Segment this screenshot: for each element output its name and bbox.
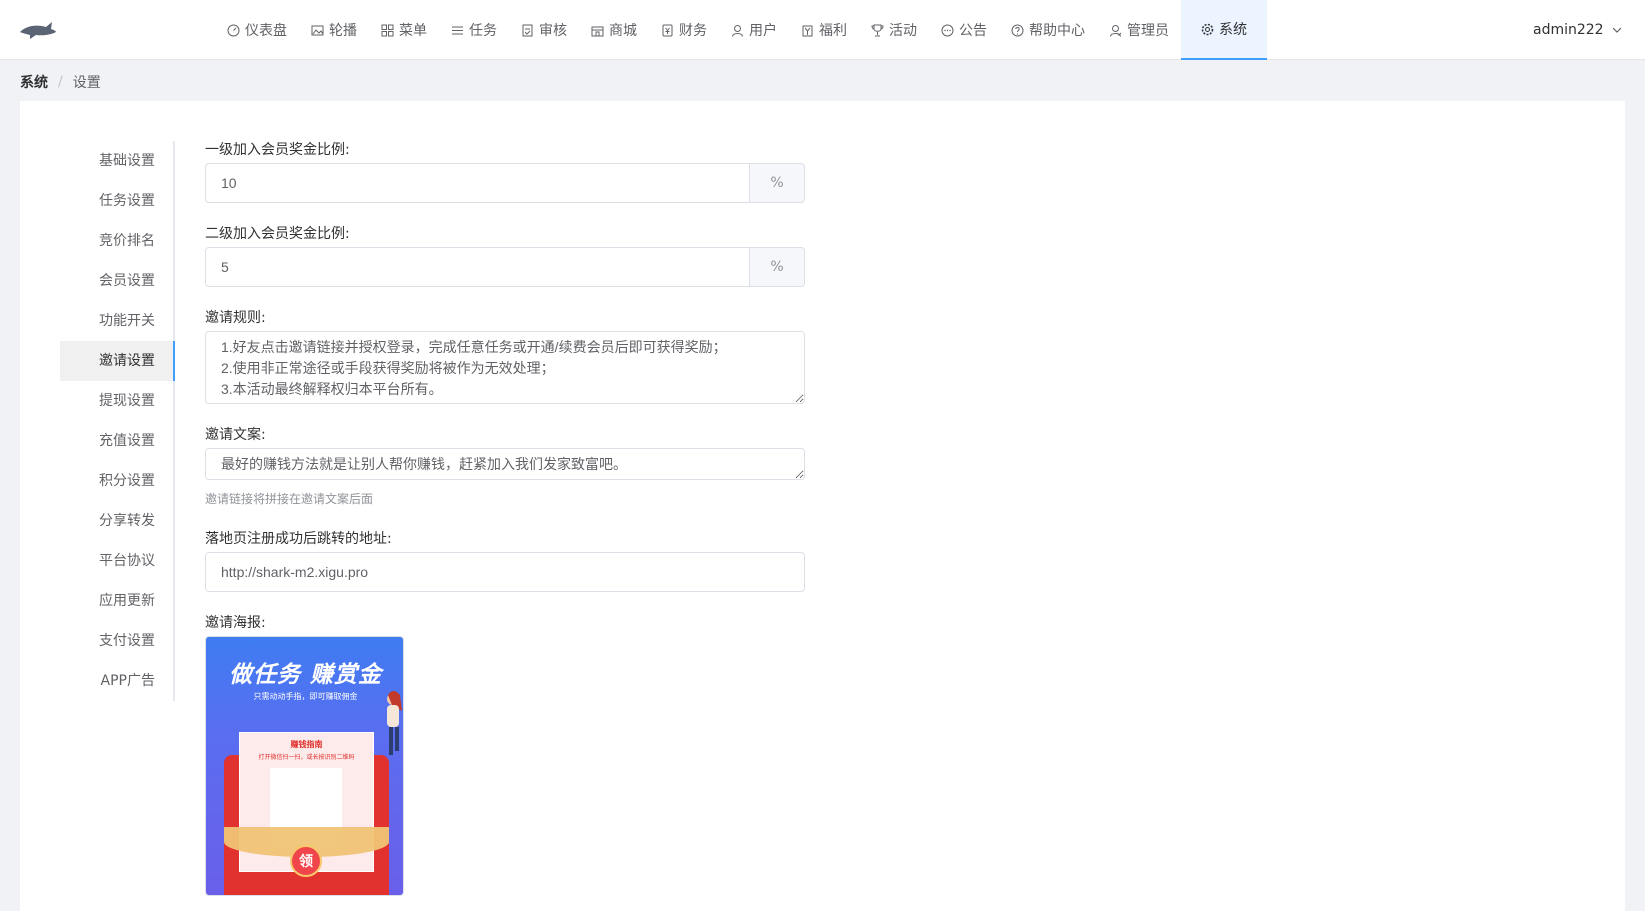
level1-ratio-label: 一级加入会员奖金比例: (205, 142, 350, 158)
grid-icon (381, 24, 394, 36)
trophy-icon (871, 24, 884, 36)
document-check-icon (522, 24, 533, 36)
admin-icon (1110, 24, 1122, 37)
dashboard-icon (227, 24, 240, 36)
nav-item-label: 福利 (819, 23, 847, 39)
invite-rules-textarea[interactable] (205, 331, 805, 404)
side-menu-item[interactable]: 应用更新 (60, 581, 173, 621)
level1-ratio-input[interactable] (205, 163, 750, 203)
invite-settings-form: 一级加入会员奖金比例: % 二级加入会员奖金比例: % 邀请规则: 邀请文案: … (205, 139, 805, 896)
user-dropdown[interactable]: admin222 (1533, 0, 1622, 60)
nav-item-trophy[interactable]: 活动 (859, 0, 929, 60)
side-menu-item[interactable]: 功能开关 (60, 301, 173, 341)
poster-card-text: 打开微信扫一扫，或长按识别二维码 (258, 754, 355, 761)
nav-item-label: 商城 (609, 23, 637, 39)
nav-item-label: 用户 (749, 23, 777, 39)
invite-copy-textarea[interactable] (205, 448, 805, 480)
side-menu-item[interactable]: 提现设置 (60, 381, 173, 421)
settings-card: 基础设置 任务设置 竞价排名 会员设置 功能开关 邀请设置 提现设置 充值设置 积分设置 分享转发… (20, 101, 1625, 911)
nav-item-finance[interactable]: 财务 (649, 0, 719, 60)
invite-rules-label: 邀请规则: (205, 310, 266, 326)
nav-item-gear[interactable]: 系统 (1181, 0, 1267, 60)
main-nav: 仪表盘 轮播 菜单 任务 审核 商城 财务 用户 福利 活动 公告 帮助中心 管理员 系统 (215, 0, 1267, 60)
redirect-url-input[interactable] (205, 552, 805, 592)
nav-item-user[interactable]: 用户 (719, 0, 789, 60)
nav-item-label: 仪表盘 (245, 23, 287, 39)
percent-suffix: % (750, 247, 805, 287)
image-icon (311, 25, 324, 35)
level2-ratio-group: % (205, 247, 805, 287)
shop-icon (591, 26, 604, 36)
chevron-down-icon (1612, 27, 1622, 33)
side-menu-item[interactable]: 会员设置 (60, 261, 173, 301)
chat-bubble-icon (941, 24, 954, 36)
question-icon (1011, 24, 1024, 36)
invite-copy-tip: 邀请链接将拼接在邀请文案后面 (205, 492, 374, 506)
nav-item-label: 公告 (959, 23, 987, 39)
nav-item-shop[interactable]: 商城 (579, 0, 649, 60)
poster-card-title: 赚钱指南 (290, 740, 323, 749)
side-menu-item[interactable]: 基础设置 (60, 141, 173, 181)
nav-item-label: 活动 (889, 23, 917, 39)
side-menu-item[interactable]: 支付设置 (60, 621, 173, 661)
level2-ratio-input[interactable] (205, 247, 750, 287)
percent-suffix: % (750, 163, 805, 203)
nav-item-gift[interactable]: 福利 (789, 0, 859, 60)
shark-logo-icon[interactable] (18, 18, 58, 42)
side-menu-item[interactable]: 任务设置 (60, 181, 173, 221)
nav-item-label: 菜单 (399, 23, 427, 39)
level2-ratio-label: 二级加入会员奖金比例: (205, 226, 350, 242)
breadcrumb: 系统 / 设置 (20, 72, 101, 92)
breadcrumb-separator: / (58, 74, 63, 90)
gift-icon (802, 25, 813, 36)
settings-side-menu: 基础设置 任务设置 竞价排名 会员设置 功能开关 邀请设置 提现设置 充值设置 积分设置 分享转发… (60, 141, 175, 701)
nav-item-question[interactable]: 帮助中心 (999, 0, 1097, 60)
finance-icon (662, 24, 673, 36)
list-icon (452, 26, 463, 34)
invite-copy-label: 邀请文案: (205, 427, 266, 443)
gear-icon (1201, 23, 1214, 35)
poster-subtitle: 只需动动手指，即可赚取佣金 (253, 692, 358, 701)
side-menu-item[interactable]: 竞价排名 (60, 221, 173, 261)
nav-item-list[interactable]: 任务 (439, 0, 509, 60)
nav-item-label: 轮播 (329, 23, 357, 39)
nav-item-image[interactable]: 轮播 (299, 0, 369, 60)
side-menu-item[interactable]: APP广告 (60, 661, 173, 701)
invite-poster-label: 邀请海报: (205, 615, 266, 631)
nav-item-admin[interactable]: 管理员 (1097, 0, 1181, 60)
nav-item-document-check[interactable]: 审核 (509, 0, 579, 60)
nav-item-label: 管理员 (1127, 23, 1169, 39)
breadcrumb-current: 设置 (72, 75, 101, 91)
nav-item-label: 审核 (539, 23, 567, 39)
nav-item-grid[interactable]: 菜单 (369, 0, 439, 60)
nav-item-label: 系统 (1219, 22, 1247, 38)
level1-ratio-group: % (205, 163, 805, 203)
side-menu-item[interactable]: 平台协议 (60, 541, 173, 581)
side-menu-item[interactable]: 邀请设置 (60, 341, 175, 381)
user-icon (732, 24, 743, 37)
poster-title: 做任务 赚赏金 (228, 662, 382, 688)
breadcrumb-root[interactable]: 系统 (20, 72, 48, 92)
nav-item-label: 任务 (469, 23, 497, 39)
redirect-url-label: 落地页注册成功后跳转的地址: (205, 531, 392, 547)
invite-poster-image[interactable]: 做任务 赚赏金 只需动动手指，即可赚取佣金 赚钱指南 打开微信扫一扫，或长按识别… (205, 636, 404, 896)
nav-item-chat-bubble[interactable]: 公告 (929, 0, 999, 60)
nav-item-dashboard[interactable]: 仪表盘 (215, 0, 299, 60)
username-label: admin222 (1533, 22, 1604, 38)
side-menu-item[interactable]: 积分设置 (60, 461, 173, 501)
nav-item-label: 财务 (679, 23, 707, 39)
side-menu-item[interactable]: 分享转发 (60, 501, 173, 541)
nav-item-label: 帮助中心 (1029, 23, 1085, 39)
poster-coin-badge: 领 (290, 845, 322, 877)
side-menu-item[interactable]: 充值设置 (60, 421, 173, 461)
top-navbar: 仪表盘 轮播 菜单 任务 审核 商城 财务 用户 福利 活动 公告 帮助中心 管理员 系统 admin22… (0, 0, 1645, 60)
